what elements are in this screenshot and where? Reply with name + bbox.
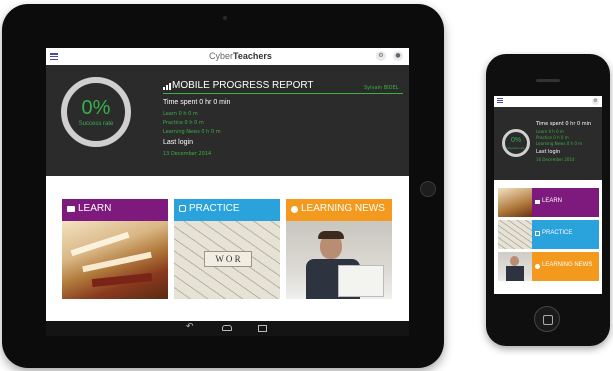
progress-report-panel: 0% Success rate MOBILE PROGRESS REPORT S… bbox=[46, 65, 409, 176]
phone-practice-label: PRACTICE bbox=[542, 230, 573, 236]
phone-news-time: Learning News 0 h 0 m bbox=[536, 141, 583, 146]
phone-news-image bbox=[498, 252, 532, 281]
tablet-home-button[interactable] bbox=[420, 181, 436, 197]
learn-card[interactable]: LEARN bbox=[62, 199, 168, 299]
phone-practice-time: Practice 0 h 0 m bbox=[536, 135, 569, 140]
tablet-screen: CyberTeachers ⚙ ● 0% Success rate MOBILE… bbox=[46, 48, 409, 336]
learn-icon bbox=[67, 206, 75, 212]
practice-image: W O R bbox=[174, 221, 280, 299]
phone-success-label: Success rate bbox=[507, 146, 525, 150]
time-spent: Time spent 0 hr 0 min bbox=[163, 99, 231, 106]
learn-label: LEARN bbox=[78, 203, 112, 214]
phone-learn-time: Learn 0 h 0 m bbox=[536, 129, 564, 134]
phone-app-bar: ⚙ bbox=[494, 96, 602, 107]
last-login-label: Last login bbox=[163, 139, 193, 146]
profile-icon[interactable]: ● bbox=[393, 51, 403, 61]
phone-device: ⚙ 0% Success rate Time spent 0 hr 0 min … bbox=[486, 54, 610, 346]
phone-success-value: 0% bbox=[510, 137, 522, 144]
phone-practice-icon bbox=[535, 231, 540, 236]
practice-time: Practice 0 h 0 m bbox=[163, 120, 204, 126]
recent-apps-icon[interactable] bbox=[258, 325, 267, 332]
learning-news-image bbox=[286, 221, 392, 299]
phone-menu-icon[interactable] bbox=[497, 98, 503, 105]
learning-news-card-header: LEARNING NEWS bbox=[286, 199, 392, 221]
practice-label: PRACTICE bbox=[189, 203, 240, 214]
news-time: Learning News 0 h 0 m bbox=[163, 129, 221, 135]
settings-icon[interactable]: ⚙ bbox=[376, 51, 386, 61]
app-logo: CyberTeachers bbox=[209, 51, 272, 61]
phone-practice-image bbox=[498, 220, 532, 249]
learn-time: Learn 0 h 0 m bbox=[163, 111, 198, 117]
learning-news-label: LEARNING NEWS bbox=[301, 203, 385, 214]
phone-practice-card[interactable]: PRACTICE bbox=[498, 220, 599, 249]
system-nav-bar: ↶ bbox=[46, 321, 409, 336]
tablet-device: CyberTeachers ⚙ ● 0% Success rate MOBILE… bbox=[2, 4, 444, 368]
last-login-date: 13 December 2014 bbox=[163, 151, 212, 157]
practice-card[interactable]: PRACTICE W O R bbox=[174, 199, 280, 299]
learn-card-header: LEARN bbox=[62, 199, 168, 221]
menu-icon[interactable] bbox=[50, 53, 58, 61]
news-icon bbox=[291, 206, 298, 213]
phone-learn-label: LEARN bbox=[542, 198, 563, 204]
phone-home-button[interactable] bbox=[534, 306, 560, 332]
back-icon[interactable]: ↶ bbox=[186, 322, 194, 332]
practice-image-tiles: W O R bbox=[204, 251, 252, 267]
phone-learning-news-card[interactable]: LEARNING NEWS bbox=[498, 252, 599, 281]
phone-report-panel: 0% Success rate Time spent 0 hr 0 min Le… bbox=[494, 107, 602, 180]
signal-icon bbox=[163, 83, 171, 90]
learning-news-card[interactable]: LEARNING NEWS bbox=[286, 199, 392, 299]
brand-light-text: Cyber bbox=[209, 51, 234, 61]
tablet-camera bbox=[223, 16, 227, 20]
success-rate-value: 0% bbox=[81, 97, 111, 119]
phone-speaker bbox=[536, 79, 560, 82]
title-divider bbox=[163, 93, 403, 94]
practice-icon bbox=[179, 205, 186, 212]
success-rate-label: Success rate bbox=[78, 121, 114, 127]
practice-card-header: PRACTICE bbox=[174, 199, 280, 221]
phone-learn-icon bbox=[535, 200, 540, 204]
brand-bold-text: Teachers bbox=[233, 51, 272, 61]
phone-settings-icon[interactable]: ⚙ bbox=[592, 98, 599, 105]
phone-time-spent: Time spent 0 hr 0 min bbox=[536, 121, 592, 127]
user-name: Sylvain BIDEL bbox=[364, 85, 399, 91]
phone-screen: ⚙ 0% Success rate Time spent 0 hr 0 min … bbox=[494, 96, 602, 294]
phone-news-icon bbox=[535, 264, 540, 269]
app-bar: CyberTeachers ⚙ ● bbox=[46, 48, 409, 66]
home-icon[interactable] bbox=[222, 325, 232, 331]
learn-image bbox=[62, 221, 168, 299]
report-title: MOBILE PROGRESS REPORT bbox=[172, 80, 314, 91]
phone-learning-news-label: LEARNING NEWS bbox=[542, 262, 593, 268]
phone-last-login-date: 16 December 2014 bbox=[536, 157, 575, 162]
phone-learn-card[interactable]: LEARN bbox=[498, 188, 599, 217]
phone-last-login-label: Last login bbox=[536, 149, 561, 155]
phone-learn-image bbox=[498, 188, 532, 217]
